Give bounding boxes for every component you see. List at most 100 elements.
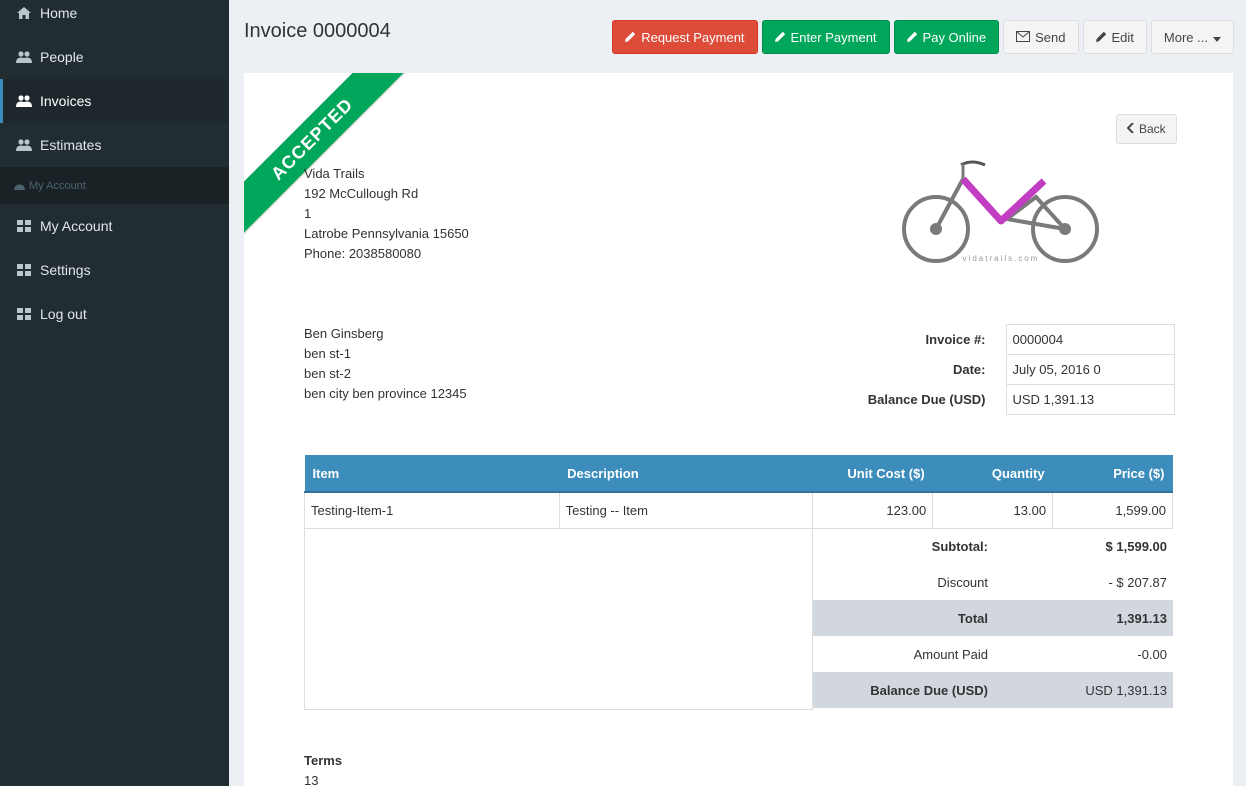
terms-value: 13	[304, 773, 319, 786]
client-address-line1: ben st-1	[304, 346, 351, 361]
total-value: 1,391.13	[993, 600, 1173, 636]
cell-item: Testing-Item-1	[304, 491, 560, 529]
pay-online-button[interactable]: Pay Online	[893, 20, 1000, 54]
more-label: More ...	[1163, 29, 1208, 45]
caret-down-icon	[1213, 30, 1221, 45]
edit-label: Edit	[1111, 29, 1134, 45]
sidebar-item-people[interactable]: People	[0, 35, 229, 79]
sidebar-item-label: Invoices	[40, 93, 92, 109]
users-icon	[16, 138, 32, 152]
sidebar-item-estimates[interactable]: Estimates	[0, 123, 229, 167]
company-logo: vidatrails.com	[902, 160, 1099, 263]
meta-row-invoice: Invoice #: 0000004	[854, 324, 1175, 355]
table-header-row: Item Description Unit Cost ($) Quantity …	[304, 455, 1173, 493]
users-icon	[16, 94, 32, 108]
column-header-item: Item	[304, 455, 560, 493]
line-items-table: Item Description Unit Cost ($) Quantity …	[304, 455, 1173, 529]
column-header-description: Description	[559, 455, 813, 493]
sidebar-header-my-account: My Account	[0, 167, 229, 204]
meta-row-date: Date: July 05, 2016 0	[854, 354, 1175, 385]
sidebar-header-label: My Account	[29, 179, 86, 192]
grid-icon	[16, 263, 32, 277]
sidebar-item-label: Settings	[40, 262, 91, 278]
dashboard-icon	[14, 181, 25, 190]
amount-paid-value: -0.00	[1137, 646, 1167, 662]
totals-spacer	[304, 528, 813, 710]
balance-due-total-label: Balance Due (USD)	[813, 672, 993, 708]
meta-row-balance: Balance Due (USD) USD 1,391.13	[854, 384, 1175, 415]
column-header-price: Price ($)	[1052, 455, 1173, 493]
invoice-meta-table: Invoice #: 0000004 Date: July 05, 2016 0…	[854, 324, 1175, 415]
back-label: Back	[1139, 122, 1166, 136]
sidebar-item-logout[interactable]: Log out	[0, 292, 229, 336]
sidebar: Home People Invoices Estimates My Accoun…	[0, 0, 229, 786]
toolbar: Request Payment Enter Payment Pay Online…	[612, 20, 1234, 54]
sidebar-item-my-account[interactable]: My Account	[0, 204, 229, 248]
invoice-date-value: July 05, 2016 0	[1005, 354, 1175, 385]
discount-value: - $ 207.87	[1108, 574, 1167, 590]
amount-paid-row: Amount Paid -0.00	[813, 636, 1173, 672]
sidebar-item-label: People	[40, 49, 84, 65]
client-address-line2: ben st-2	[304, 366, 351, 381]
company-address: Vida Trails 192 McCullough Rd 1 Latrobe …	[304, 164, 469, 264]
invoice-number-value: 0000004	[1005, 324, 1175, 355]
invoice-card: ACCEPTED Back Vida Trails 192 McCullough…	[244, 73, 1233, 786]
page-title: Invoice 0000004	[244, 20, 391, 42]
column-header-quantity: Quantity	[932, 455, 1053, 493]
pencil-icon	[906, 30, 918, 45]
subtotal-label: Subtotal:	[931, 538, 988, 554]
subtotal-value: $ 1,599.00	[1105, 538, 1167, 554]
client-city-line: ben city ben province 12345	[304, 386, 467, 401]
home-icon	[16, 6, 32, 20]
invoice-number-label: Invoice #:	[925, 332, 986, 347]
sidebar-item-label: My Account	[40, 218, 113, 234]
subtotal-row: Subtotal: $ 1,599.00	[813, 528, 1173, 564]
sidebar-item-settings[interactable]: Settings	[0, 248, 229, 292]
sidebar-item-home[interactable]: Home	[0, 0, 229, 35]
pencil-icon	[1095, 30, 1107, 45]
request-payment-label: Request Payment	[641, 29, 745, 45]
totals-table: Subtotal: $ 1,599.00 Discount - $ 207.87…	[813, 528, 1173, 708]
chevron-left-icon	[1126, 122, 1134, 136]
more-dropdown-button[interactable]: More ...	[1150, 20, 1234, 54]
cell-quantity: 13.00	[932, 491, 1054, 529]
grid-icon	[16, 307, 32, 321]
send-button[interactable]: Send	[1003, 20, 1079, 54]
pay-online-label: Pay Online	[922, 29, 987, 45]
users-icon	[16, 50, 32, 64]
envelope-icon	[1016, 30, 1031, 45]
client-address: Ben Ginsberg ben st-1 ben st-2 ben city …	[304, 324, 467, 404]
cell-price: 1,599.00	[1052, 491, 1173, 529]
enter-payment-button[interactable]: Enter Payment	[761, 20, 890, 54]
invoice-date-label: Date:	[952, 362, 986, 377]
client-name: Ben Ginsberg	[304, 326, 384, 341]
sidebar-item-label: Log out	[40, 306, 87, 322]
balance-due-total-value: USD 1,391.13	[993, 672, 1173, 708]
pencil-icon	[774, 30, 786, 45]
total-label: Total	[813, 600, 993, 636]
amount-paid-label: Amount Paid	[913, 646, 988, 662]
company-name: Vida Trails	[304, 166, 365, 181]
pencil-icon	[625, 30, 636, 45]
total-row: Total 1,391.13	[813, 600, 1173, 636]
send-label: Send	[1035, 29, 1066, 45]
discount-label: Discount	[937, 574, 988, 590]
terms-label: Terms	[304, 753, 343, 768]
enter-payment-label: Enter Payment	[790, 29, 877, 45]
cell-unit-cost: 123.00	[812, 491, 934, 529]
sidebar-item-label: Estimates	[40, 137, 102, 153]
sidebar-item-invoices[interactable]: Invoices	[0, 79, 229, 123]
table-row: Testing-Item-1 Testing -- Item 123.00 13…	[304, 491, 1173, 529]
logo-text: vidatrails.com	[963, 254, 1040, 263]
grid-icon	[16, 219, 32, 233]
balance-due-label: Balance Due (USD)	[867, 392, 986, 407]
cell-description: Testing -- Item	[558, 491, 814, 529]
back-button[interactable]: Back	[1116, 114, 1177, 144]
edit-button[interactable]: Edit	[1082, 20, 1147, 54]
request-payment-button[interactable]: Request Payment	[612, 20, 758, 54]
balance-due-value: USD 1,391.13	[1005, 384, 1175, 415]
column-header-unit-cost: Unit Cost ($)	[812, 455, 933, 493]
company-phone: Phone: 2038580080	[304, 246, 422, 261]
company-city-line: Latrobe Pennsylvania 15650	[304, 226, 469, 241]
company-address-line2: 1	[304, 206, 312, 221]
